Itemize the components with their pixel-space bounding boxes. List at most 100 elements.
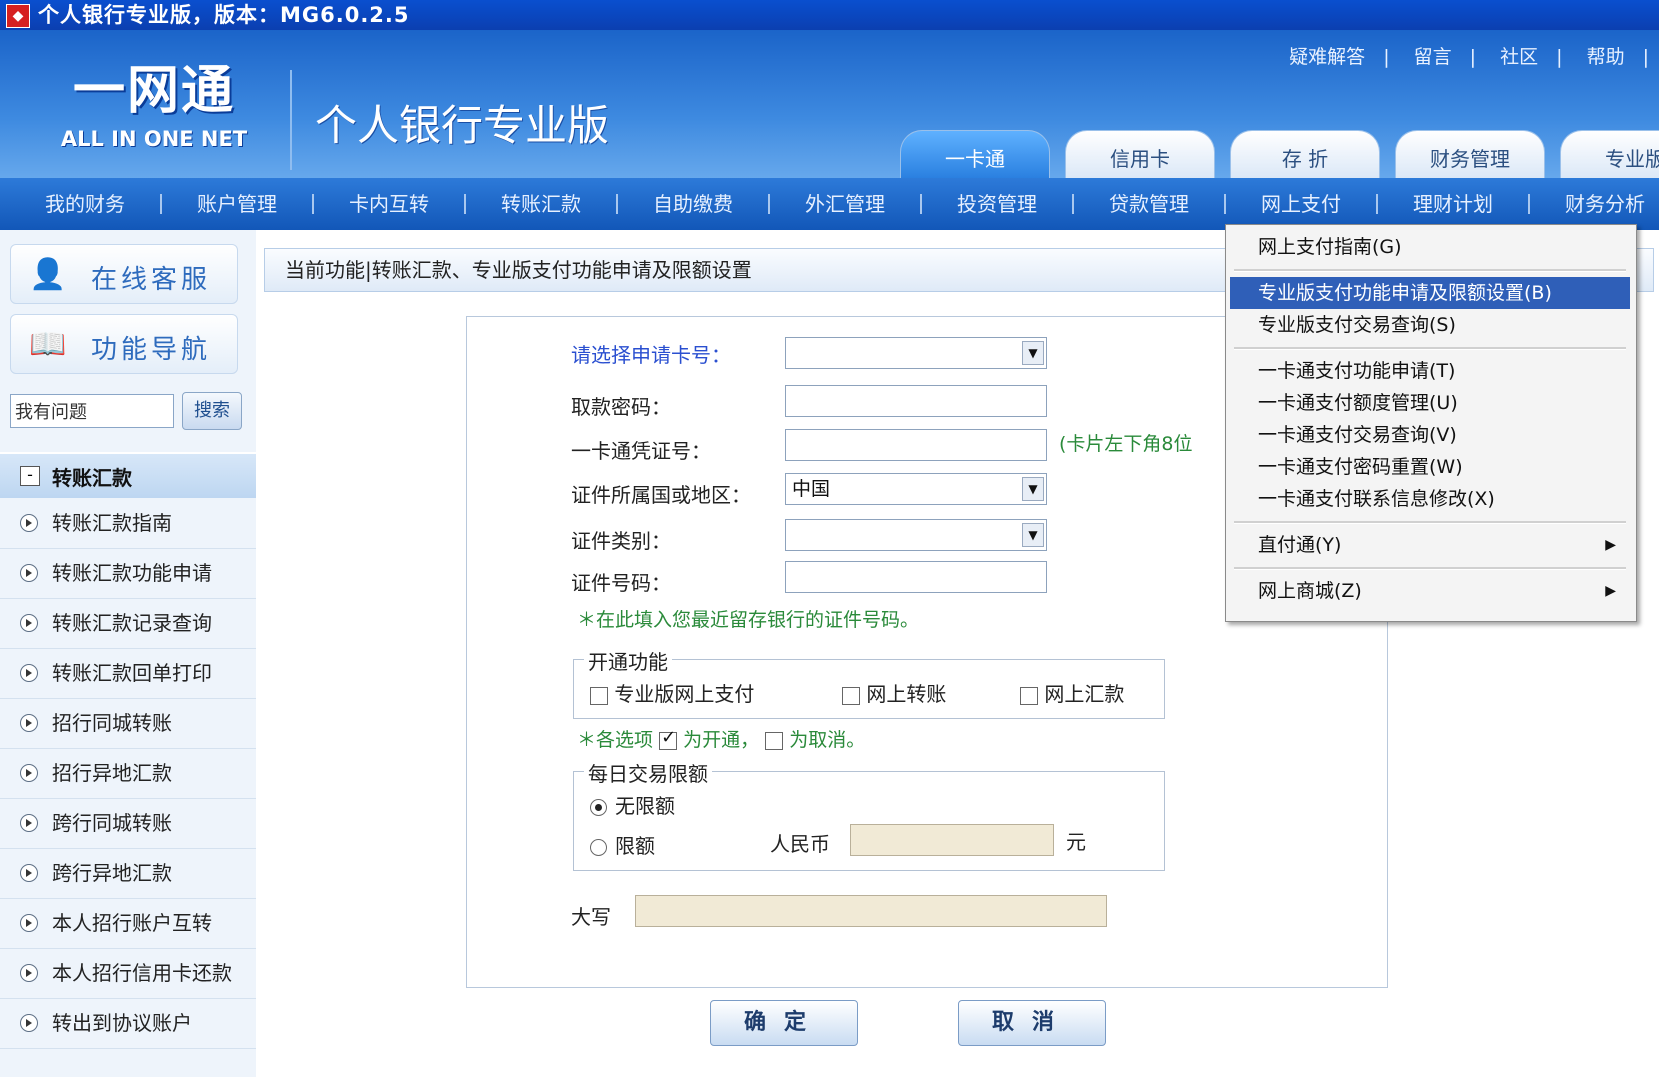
menu-item-zhifutong[interactable]: 直付通(Y) ▶: [1230, 529, 1630, 561]
sidebar-item-own-accounts[interactable]: 本人招行账户互转: [0, 898, 256, 949]
voucher-field[interactable]: [785, 429, 1047, 461]
nav-forex[interactable]: 外汇管理: [770, 178, 920, 230]
sidebar-item-transfer-records[interactable]: 转账汇款记录查询: [0, 598, 256, 649]
bullet-icon: [20, 614, 38, 632]
tab-passbook[interactable]: 存 折: [1230, 130, 1380, 178]
sidebar-item-agreement-account[interactable]: 转出到协议账户: [0, 998, 256, 1049]
main-nav: 我的财务 账户管理 卡内互转 转账汇款 自助缴费 外汇管理 投资管理 贷款管理 …: [0, 178, 1659, 230]
radio-selected[interactable]: [590, 799, 607, 816]
nav-my-finance[interactable]: 我的财务: [10, 178, 160, 230]
password-field[interactable]: [785, 385, 1047, 417]
menu-item-payment-guide[interactable]: 网上支付指南(G): [1230, 231, 1630, 263]
checkbox[interactable]: [1020, 686, 1038, 705]
user-icon: 👤: [29, 257, 67, 292]
nav-transfer[interactable]: 转账汇款: [466, 178, 616, 230]
radio-set-limit[interactable]: 限额: [590, 830, 655, 859]
bullet-icon: [20, 864, 38, 882]
id-type-label: 证件类别：: [571, 529, 671, 553]
id-number-field[interactable]: [785, 561, 1047, 593]
option-pro-payment[interactable]: 专业版网上支付: [590, 678, 754, 707]
top-links: 疑难解答 | 留言 | 社区 | 帮助 |: [1289, 46, 1649, 68]
menu-item-pro-apply[interactable]: 专业版支付功能申请及限额设置(B): [1230, 277, 1630, 309]
cancel-button[interactable]: 取消: [958, 1000, 1106, 1046]
sidebar-item-local-transfer[interactable]: 招行同城转账: [0, 698, 256, 749]
ok-button[interactable]: 确定: [710, 1000, 858, 1046]
checkbox[interactable]: [590, 686, 608, 705]
collapse-icon[interactable]: -: [20, 466, 40, 486]
online-service-button[interactable]: 👤 在线客服: [10, 244, 238, 304]
bullet-icon: [20, 564, 38, 582]
checked-checkbox-icon: ✓: [659, 726, 678, 750]
radio-no-limit[interactable]: 无限额: [590, 790, 675, 819]
function-nav-button[interactable]: 📖 功能导航: [10, 314, 238, 374]
window-title-bar: ◆ 个人银行专业版，版本：MG6.0.2.5: [0, 0, 1659, 30]
menu-item-mall[interactable]: 网上商城(Z) ▶: [1230, 575, 1630, 607]
tab-debit-card[interactable]: 一卡通: [900, 130, 1050, 178]
app-icon: ◆: [6, 4, 30, 28]
region-label: 证件所属国或地区：: [571, 483, 751, 507]
product-name: 个人银行专业版: [315, 101, 610, 150]
daily-limit-group: 每日交易限额 无限额 限额 人民币 元: [573, 758, 1165, 871]
nav-analysis[interactable]: 财务分析: [1530, 178, 1659, 230]
sidebar-item-interbank-remote[interactable]: 跨行异地汇款: [0, 848, 256, 899]
uppercase-label: 大写: [571, 905, 611, 929]
chevron-down-icon: ▼: [1022, 523, 1044, 547]
menu-item-card-contact[interactable]: 一卡通支付联系信息修改(X): [1230, 483, 1630, 515]
bullet-icon: [20, 814, 38, 832]
id-type-select[interactable]: ▼: [785, 519, 1047, 551]
uppercase-amount-field: [635, 895, 1107, 927]
search-button[interactable]: 搜索: [182, 392, 242, 430]
bullet-icon: [20, 714, 38, 732]
unit-label: 元: [1066, 830, 1086, 854]
book-icon: 📖: [29, 327, 67, 362]
option-online-remit[interactable]: 网上汇款: [1020, 678, 1124, 707]
sidebar-item-transfer-apply[interactable]: 转账汇款功能申请: [0, 548, 256, 599]
nav-loan[interactable]: 贷款管理: [1074, 178, 1224, 230]
menu-item-card-apply[interactable]: 一卡通支付功能申请(T): [1230, 355, 1630, 387]
card-label: 请选择申请卡号：: [571, 343, 731, 367]
checkbox[interactable]: [842, 686, 860, 705]
nav-plan[interactable]: 理财计划: [1378, 178, 1528, 230]
unchecked-checkbox-icon: [765, 731, 784, 750]
bullet-icon: [20, 764, 38, 782]
menu-item-card-query[interactable]: 一卡通支付交易查询(V): [1230, 419, 1630, 451]
tab-pro[interactable]: 专业版: [1560, 130, 1659, 178]
logo-en: ALL IN ONE NET: [60, 127, 248, 151]
limit-amount-field[interactable]: [850, 824, 1054, 856]
sidebar-section-transfer[interactable]: - 转账汇款: [0, 452, 256, 498]
menu-item-card-quota[interactable]: 一卡通支付额度管理(U): [1230, 387, 1630, 419]
tab-finance[interactable]: 财务管理: [1395, 130, 1545, 178]
sidebar-item-remote-remit[interactable]: 招行异地汇款: [0, 748, 256, 799]
link-message[interactable]: 留言: [1414, 46, 1452, 68]
card-select[interactable]: ▼: [785, 337, 1047, 369]
region-select[interactable]: 中国 ▼: [785, 473, 1047, 505]
nav-online-payment[interactable]: 网上支付: [1226, 178, 1376, 230]
menu-item-pro-query[interactable]: 专业版支付交易查询(S): [1230, 309, 1630, 341]
sidebar-item-transfer-guide[interactable]: 转账汇款指南: [0, 498, 256, 549]
tab-credit-card[interactable]: 信用卡: [1065, 130, 1215, 178]
sidebar-item-interbank-local[interactable]: 跨行同城转账: [0, 798, 256, 849]
menu-item-card-reset[interactable]: 一卡通支付密码重置(W): [1230, 451, 1630, 483]
nav-account[interactable]: 账户管理: [162, 178, 312, 230]
logo-cn: 一网通: [72, 61, 235, 121]
search-input[interactable]: [10, 394, 174, 428]
nav-investment[interactable]: 投资管理: [922, 178, 1072, 230]
link-help[interactable]: 帮助: [1587, 46, 1625, 68]
chevron-right-icon: ▶: [1605, 537, 1616, 553]
link-community[interactable]: 社区: [1500, 46, 1538, 68]
nav-card-transfer[interactable]: 卡内互转: [314, 178, 464, 230]
link-faq[interactable]: 疑难解答: [1289, 46, 1365, 68]
radio-unselected[interactable]: [590, 839, 607, 856]
id-note: ＊在此填入您最近留存银行的证件号码。: [577, 609, 920, 631]
option-online-transfer[interactable]: 网上转账: [842, 678, 946, 707]
function-nav-label: 功能导航: [91, 335, 212, 365]
open-functions-group: 开通功能 专业版网上支付 网上转账 网上汇款: [573, 646, 1165, 719]
sidebar-item-credit-repay[interactable]: 本人招行信用卡还款: [0, 948, 256, 999]
sidebar-item-receipt-print[interactable]: 转账汇款回单打印: [0, 648, 256, 699]
voucher-label: 一卡通凭证号：: [571, 439, 711, 463]
window-title: 个人银行专业版，版本：MG6.0.2.5: [38, 3, 410, 27]
logo: 一网通 ALL IN ONE NET: [44, 62, 264, 172]
nav-payment[interactable]: 自助缴费: [618, 178, 768, 230]
bullet-icon: [20, 964, 38, 982]
voucher-hint: (卡片左下角8位: [1059, 433, 1193, 455]
